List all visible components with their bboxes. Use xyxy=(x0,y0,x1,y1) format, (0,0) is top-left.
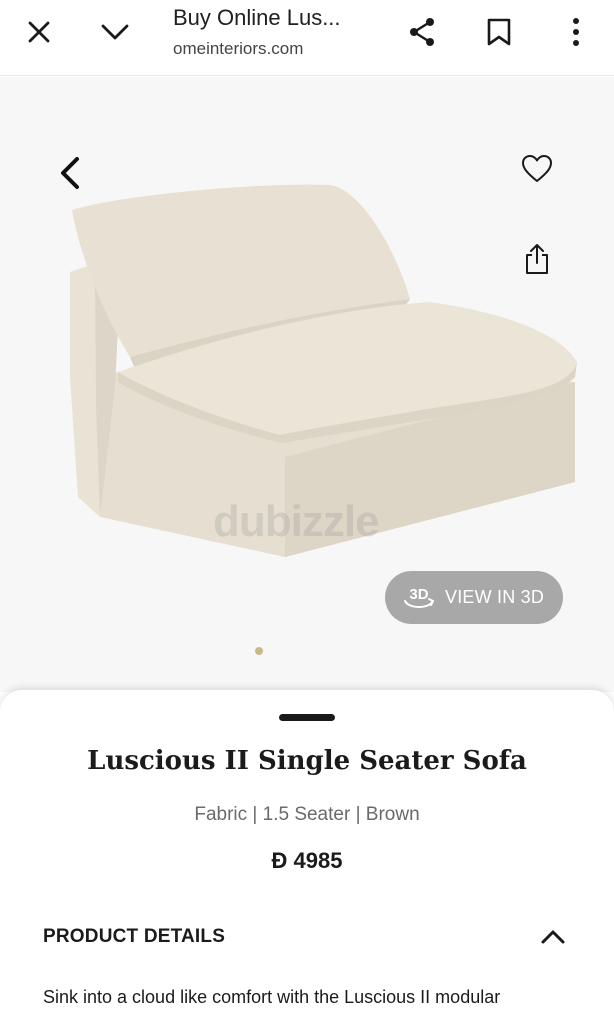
product-image-gallery[interactable]: dubizzle 3D VIEW IN 3D xyxy=(0,77,614,692)
watermark: dubizzle xyxy=(213,497,380,546)
view-in-3d-button[interactable]: 3D VIEW IN 3D xyxy=(385,571,563,624)
price-value: 4985 xyxy=(293,848,343,873)
3d-badge: 3D xyxy=(409,586,428,603)
product-details-toggle[interactable] xyxy=(534,920,572,954)
product-price: Đ 4985 xyxy=(0,848,614,874)
chevron-up-icon xyxy=(541,930,565,944)
favorite-button[interactable] xyxy=(515,147,559,191)
product-title: Luscious II Single Seater Sofa xyxy=(87,746,527,776)
previous-image-button[interactable] xyxy=(48,149,92,197)
product-description: Sink into a cloud like comfort with the … xyxy=(43,987,501,1007)
product-details-sheet: Luscious II Single Seater Sofa Fabric | … xyxy=(0,690,614,1024)
bookmark-icon xyxy=(487,18,511,46)
chevron-down-icon xyxy=(101,24,129,40)
price-currency: Đ xyxy=(271,848,288,873)
product-details-header[interactable]: PRODUCT DETAILS xyxy=(43,926,225,948)
more-vert-icon xyxy=(573,18,579,46)
browser-toolbar: Buy Online Lus... omeinteriors.com xyxy=(0,0,614,76)
view-in-3d-label: VIEW IN 3D xyxy=(445,587,545,607)
bookmark-button[interactable] xyxy=(477,10,521,54)
carousel-indicator-dot[interactable] xyxy=(255,647,263,655)
close-icon xyxy=(28,21,50,43)
more-options-button[interactable] xyxy=(554,10,598,54)
sheet-drag-handle[interactable] xyxy=(279,714,335,721)
chevron-left-icon xyxy=(61,157,79,189)
share-icon xyxy=(410,18,434,46)
page-url[interactable]: omeinteriors.com xyxy=(173,39,303,59)
upload-icon xyxy=(526,244,548,274)
share-button[interactable] xyxy=(400,10,444,54)
product-subtitle: Fabric | 1.5 Seater | Brown xyxy=(194,804,420,825)
page-title[interactable]: Buy Online Lus... xyxy=(173,5,341,31)
share-product-button[interactable] xyxy=(515,237,559,281)
3d-rotate-icon: 3D xyxy=(401,584,437,612)
tab-switcher-button[interactable] xyxy=(93,10,137,54)
close-button[interactable] xyxy=(17,10,61,54)
heart-icon xyxy=(522,155,552,182)
